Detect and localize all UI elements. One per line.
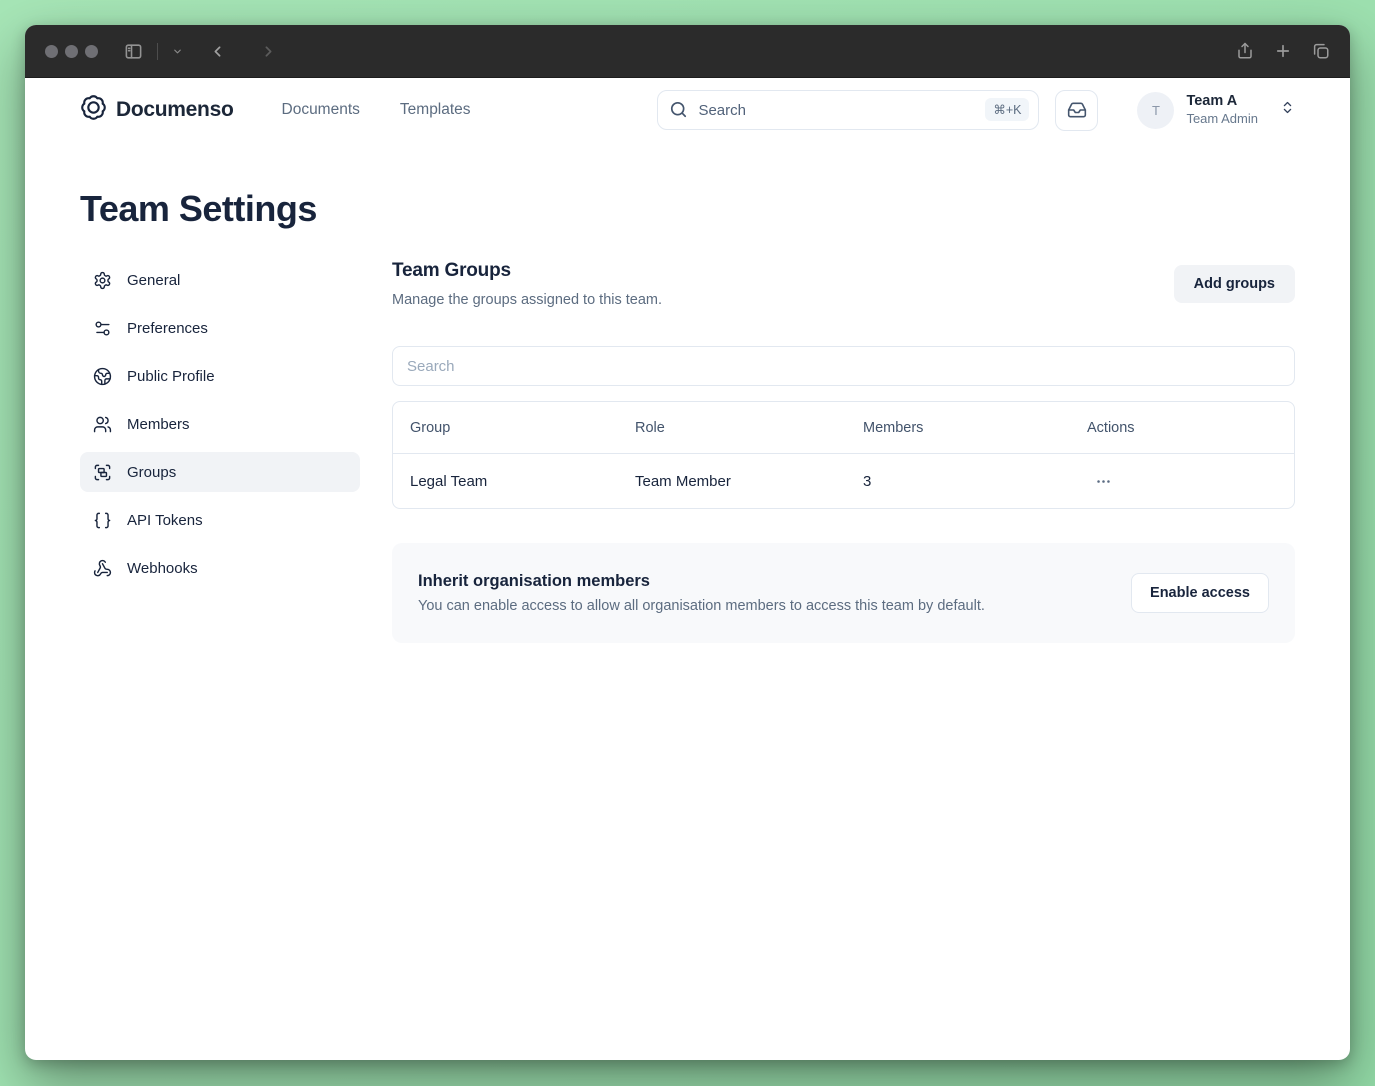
titlebar — [25, 25, 1350, 78]
sidebar-item-api-tokens[interactable]: API Tokens — [80, 500, 360, 540]
sidebar-item-members[interactable]: Members — [80, 404, 360, 444]
forward-icon[interactable] — [260, 43, 277, 60]
settings-sidebar: General Preferences Public Profile Membe… — [80, 260, 360, 643]
new-tab-icon[interactable] — [1274, 42, 1292, 60]
globe-icon — [93, 367, 112, 385]
section-subtitle: Manage the groups assigned to this team. — [392, 292, 663, 308]
section-title: Team Groups — [392, 260, 511, 281]
table-header-row: Group Role Members Actions — [393, 402, 1294, 454]
cell-role: Team Member — [635, 472, 731, 490]
column-header-role: Role — [635, 419, 665, 436]
share-icon[interactable] — [1236, 42, 1254, 60]
sidebar-item-groups[interactable]: Groups — [80, 452, 360, 492]
sidebar-item-label: Webhooks — [127, 559, 198, 577]
table-row: Legal Team Team Member 3 — [393, 454, 1294, 508]
team-switcher[interactable]: T Team A Team Admin — [1137, 91, 1295, 129]
sidebar-item-label: General — [127, 271, 181, 289]
enable-access-button[interactable]: Enable access — [1131, 573, 1269, 613]
sidebar-item-label: Members — [127, 415, 190, 433]
braces-icon — [94, 512, 111, 528]
inherit-title: Inherit organisation members — [418, 572, 650, 590]
browser-window: Documenso Documents Templates ⌘+K T Team… — [25, 25, 1350, 1060]
sidebar-item-label: API Tokens — [127, 511, 203, 529]
column-header-actions: Actions — [1087, 419, 1135, 436]
sidebar-toggle-icon[interactable] — [124, 42, 143, 61]
users-icon — [93, 416, 112, 432]
sidebar-item-preferences[interactable]: Preferences — [80, 308, 360, 348]
ellipsis-icon — [1097, 479, 1110, 483]
global-search-input[interactable] — [657, 90, 1040, 130]
inherit-members-card: Inherit organisation members You can ena… — [392, 543, 1295, 643]
row-actions-button[interactable] — [1087, 469, 1120, 494]
webhook-icon — [93, 559, 112, 576]
avatar: T — [1137, 91, 1175, 129]
back-icon[interactable] — [209, 43, 226, 60]
app-header: Documenso Documents Templates ⌘+K T Team… — [25, 78, 1350, 142]
sliders-icon — [95, 320, 110, 336]
page-title: Team Settings — [80, 188, 317, 229]
top-nav: Documents Templates — [282, 101, 471, 119]
group-icon — [94, 464, 111, 480]
global-search: ⌘+K — [657, 90, 1040, 130]
team-groups-section: Team Groups Manage the groups assigned t… — [392, 260, 1295, 643]
column-header-group: Group — [410, 419, 451, 436]
sidebar-item-label: Public Profile — [127, 367, 215, 385]
chevrons-up-down-icon — [1280, 100, 1295, 120]
search-icon — [669, 100, 688, 124]
minimize-window-button[interactable] — [65, 44, 78, 58]
team-name: Team A — [1186, 93, 1238, 109]
tab-overview-icon[interactable] — [1312, 42, 1330, 60]
chevron-down-icon[interactable] — [172, 46, 183, 57]
sidebar-item-label: Groups — [127, 463, 177, 481]
close-window-button[interactable] — [45, 44, 58, 58]
sidebar-item-public-profile[interactable]: Public Profile — [80, 356, 360, 396]
search-shortcut-badge: ⌘+K — [985, 98, 1030, 121]
sidebar-item-label: Preferences — [127, 319, 208, 337]
column-header-members: Members — [863, 419, 924, 436]
groups-table: Group Role Members Actions Legal Team Te… — [392, 401, 1295, 509]
brand[interactable]: Documenso — [80, 94, 234, 126]
groups-search-input[interactable] — [392, 346, 1295, 386]
zoom-window-button[interactable] — [85, 44, 98, 58]
nav-documents[interactable]: Documents — [282, 101, 360, 119]
titlebar-divider — [157, 42, 158, 60]
inbox-button[interactable] — [1055, 89, 1099, 131]
brand-name: Documenso — [116, 98, 234, 121]
team-role: Team Admin — [1186, 111, 1258, 127]
add-groups-button[interactable]: Add groups — [1173, 265, 1295, 303]
sidebar-item-webhooks[interactable]: Webhooks — [80, 548, 360, 588]
gear-icon — [94, 271, 111, 289]
nav-templates[interactable]: Templates — [400, 101, 471, 119]
cell-members-count: 3 — [863, 472, 872, 490]
documenso-logo-icon — [80, 94, 107, 126]
sidebar-item-general[interactable]: General — [80, 260, 360, 300]
traffic-lights — [45, 44, 98, 58]
cell-group-name: Legal Team — [410, 472, 488, 490]
inbox-icon — [1067, 102, 1087, 118]
inherit-description: You can enable access to allow all organ… — [418, 598, 985, 614]
